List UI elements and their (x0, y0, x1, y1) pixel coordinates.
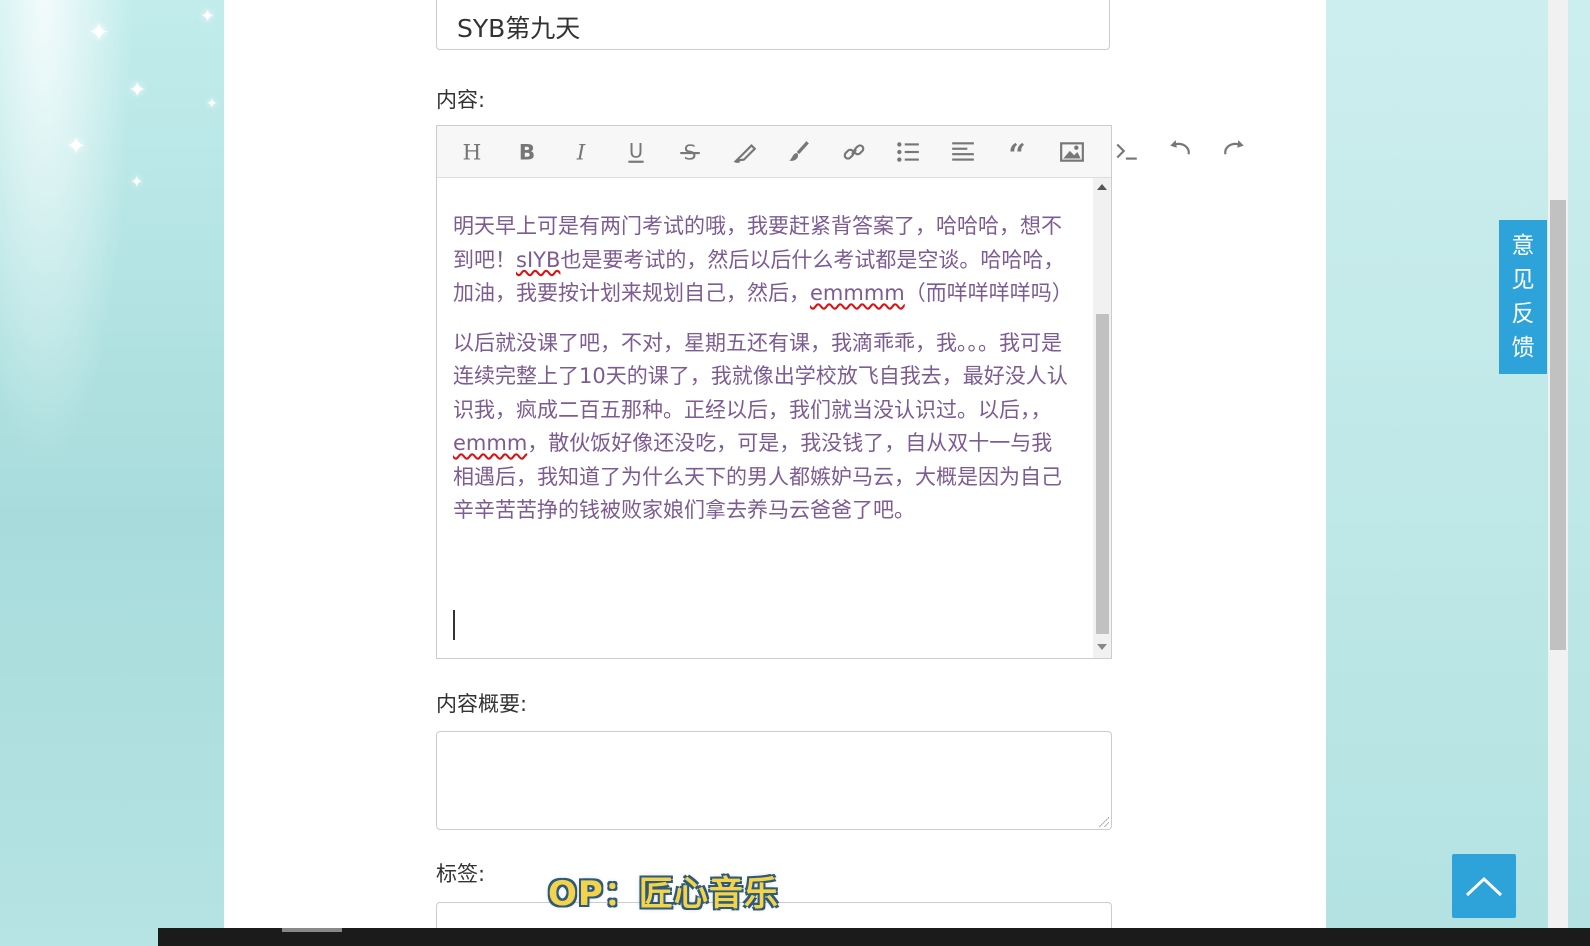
summary-textarea[interactable] (436, 731, 1112, 830)
editor-scrollbar[interactable] (1093, 178, 1111, 658)
page-scroll-thumb[interactable] (1550, 200, 1566, 650)
brush-icon[interactable] (781, 134, 817, 170)
sparkle-icon: ✦ (200, 6, 216, 27)
link-icon[interactable] (836, 134, 872, 170)
sparkle-icon: ✦ (206, 96, 218, 112)
chevron-up-icon (1465, 876, 1503, 897)
italic-icon[interactable]: I (563, 134, 599, 170)
title-input[interactable]: SYB第九天 (436, 0, 1110, 50)
scroll-up-icon[interactable] (1097, 184, 1107, 190)
svg-text:B: B (519, 141, 536, 165)
tags-label: 标签: (436, 862, 486, 886)
svg-text:“: “ (1008, 139, 1025, 165)
feedback-char: 反 (1511, 301, 1535, 327)
heading-icon[interactable]: H (454, 134, 490, 170)
page-scrollbar[interactable] (1548, 0, 1568, 940)
sparkle-icon: ✦ (128, 78, 147, 103)
undo-icon[interactable] (1162, 133, 1198, 169)
sparkle-icon: ✦ (88, 18, 110, 48)
content-paragraph: 以后就没课了吧，不对，星期五还有课，我滴乖乖，我。。。我可是连续完整上了10天的… (453, 330, 1068, 523)
image-icon[interactable] (1054, 134, 1090, 170)
code-icon[interactable] (1109, 133, 1145, 169)
redo-icon[interactable] (1216, 133, 1252, 169)
editor-content[interactable]: 明天早上可是有两门考试的哦，我要赶紧背答案了，哈哈哈，想不到吧！sIYB也是要考… (437, 178, 1089, 658)
text-cursor (453, 610, 455, 640)
summary-label: 内容概要: (436, 692, 528, 716)
resize-grip-icon[interactable] (1099, 817, 1109, 827)
editor-toolbar: H B I U S “ (437, 126, 1111, 178)
content-paragraph: 明天早上可是有两门考试的哦，我要赶紧背答案了，哈哈哈，想不到吧！sIYB也是要考… (453, 214, 1073, 305)
scroll-down-icon[interactable] (1097, 644, 1107, 650)
align-icon[interactable] (945, 134, 981, 170)
feedback-button[interactable]: 意 见 反 馈 (1499, 220, 1547, 374)
page-content: SYB第九天 内容: H B I U S “ 明天早上可是有两门考试的哦，我要赶… (224, 0, 1326, 946)
underline-icon[interactable]: U (618, 134, 654, 170)
background-left: ✦ ✦ ✦ ✦ ✦ ✦ (0, 0, 224, 946)
bullet-list-icon[interactable] (890, 134, 926, 170)
svg-text:I: I (576, 141, 586, 165)
quote-icon[interactable]: “ (999, 134, 1035, 170)
feedback-char: 意 (1511, 233, 1535, 259)
watermark-overlay: OP：匠心音乐 (548, 874, 779, 914)
back-to-top-button[interactable] (1452, 854, 1516, 918)
feedback-char: 馈 (1511, 335, 1535, 361)
svg-text:U: U (629, 139, 643, 162)
bold-icon[interactable]: B (509, 134, 545, 170)
feedback-char: 见 (1511, 267, 1535, 293)
content-label: 内容: (436, 88, 486, 112)
svg-text:H: H (463, 141, 482, 165)
strikethrough-icon[interactable]: S (672, 134, 708, 170)
editor-scroll-thumb[interactable] (1096, 314, 1109, 634)
bottom-bar (158, 928, 1590, 946)
markdown-editor: H B I U S “ 明天早上可是有两门考试的哦，我要赶紧背答案了，哈哈哈，想… (436, 125, 1112, 659)
sparkle-icon: ✦ (130, 172, 144, 191)
highlighter-icon[interactable] (727, 134, 763, 170)
sparkle-icon: ✦ (66, 132, 87, 160)
